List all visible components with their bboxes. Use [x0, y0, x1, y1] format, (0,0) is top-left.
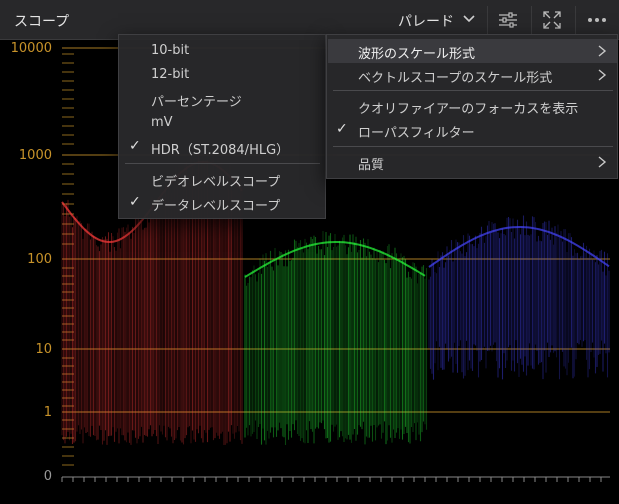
menu-item-hdr[interactable]: HDR（ST.2084/HLG） [151, 139, 289, 158]
menu-item-quality[interactable]: 品質 [358, 154, 384, 173]
menu-separator [333, 90, 613, 91]
expand-button[interactable] [531, 6, 571, 34]
scale-label-0: 0 [43, 469, 52, 484]
waveform-scale-submenu: 10-bit 12-bit パーセンテージ mV ✓ HDR（ST.2084/H… [118, 34, 326, 219]
panel-title: スコープ [14, 14, 70, 30]
more-icon [588, 18, 606, 22]
chevron-right-icon [598, 45, 607, 57]
menu-item-waveform-scale[interactable]: 波形のスケール形式 [358, 43, 475, 62]
chevron-down-icon[interactable] [462, 10, 476, 26]
scope-mode-dropdown[interactable]: パレード [398, 11, 454, 31]
menu-item-percentage[interactable]: パーセンテージ [151, 91, 242, 110]
scale-label-100: 100 [27, 252, 52, 267]
checkmark-icon: ✓ [129, 194, 141, 210]
menu-separator [125, 163, 320, 164]
scale-label-1000: 1000 [18, 148, 52, 163]
scope-options-menu: 波形のスケール形式 ベクトルスコープのスケール形式 クオリファイアーのフォーカス… [326, 34, 618, 179]
checkmark-icon: ✓ [129, 138, 141, 154]
menu-item-10bit[interactable]: 10-bit [151, 43, 189, 58]
menu-item-12bit[interactable]: 12-bit [151, 67, 189, 82]
checkmark-icon: ✓ [336, 121, 348, 137]
menu-item-vectorscope-scale[interactable]: ベクトルスコープのスケール形式 [358, 67, 552, 86]
menu-item-data-level[interactable]: データレベルスコープ [151, 195, 280, 214]
scale-label-10: 10 [35, 342, 52, 357]
menu-item-lowpass-filter[interactable]: ローパスフィルター [358, 122, 475, 141]
chevron-right-icon [598, 156, 607, 168]
chevron-right-icon [598, 69, 607, 81]
menu-item-mv[interactable]: mV [151, 115, 173, 130]
menu-item-show-qualifier-focus[interactable]: クオリファイアーのフォーカスを表示 [358, 98, 578, 117]
menu-separator [333, 146, 613, 147]
sliders-icon [499, 12, 517, 28]
scale-label-10000: 10000 [10, 41, 52, 56]
scale-label-1: 1 [43, 405, 52, 420]
menu-item-video-level[interactable]: ビデオレベルスコープ [151, 171, 280, 190]
scope-settings-button[interactable] [487, 6, 527, 34]
expand-icon [543, 11, 561, 29]
more-options-button[interactable] [575, 6, 615, 34]
